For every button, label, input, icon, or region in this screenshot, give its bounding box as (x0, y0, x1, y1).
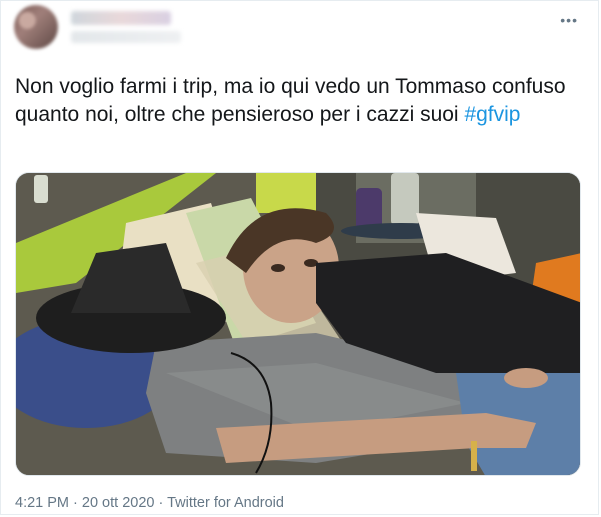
more-dots-icon[interactable]: ••• (560, 13, 578, 27)
tweet-photo[interactable] (15, 172, 581, 476)
author-name-redacted[interactable] (71, 11, 171, 25)
author-avatar[interactable] (14, 5, 58, 49)
meta-separator: · (69, 495, 82, 511)
tweet-source[interactable]: Twitter for Android (167, 495, 284, 511)
tweet-text: Non voglio farmi i trip, ma io qui vedo … (15, 73, 585, 129)
hashtag-link[interactable]: #gfvip (464, 103, 520, 126)
meta-separator-2: · (154, 495, 168, 511)
author-handle-redacted[interactable] (71, 31, 181, 43)
photo-illustration (16, 173, 580, 475)
tweet-time[interactable]: 4:21 PM (15, 495, 69, 511)
tweet-date[interactable]: 20 ott 2020 (82, 495, 155, 511)
tweet-card: ••• Non voglio farmi i trip, ma io qui v… (0, 0, 599, 515)
tweet-meta: 4:21 PM · 20 ott 2020 · Twitter for Andr… (15, 494, 284, 512)
